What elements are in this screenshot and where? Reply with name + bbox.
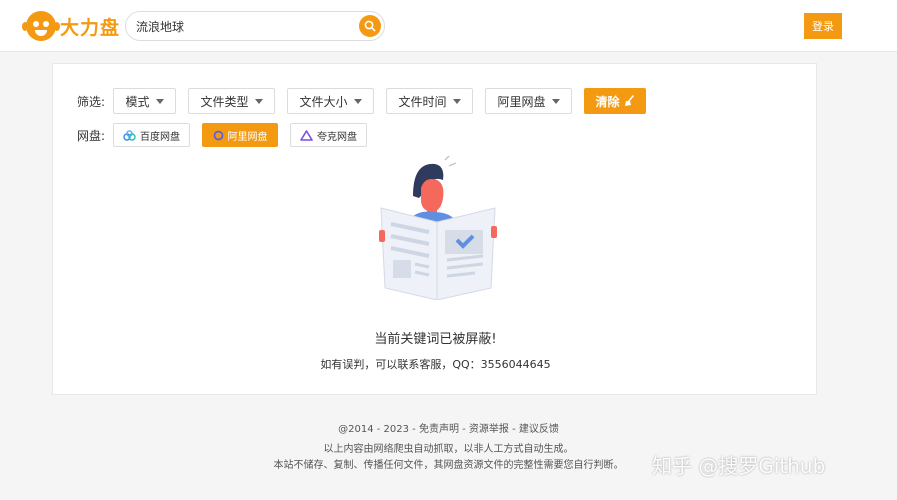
disk-label: 网盘: [77,128,106,143]
caret-down-icon [452,98,461,104]
result-card: 筛选: 模式 文件类型 文件大小 文件时间 阿里网盘 清除 网盘: 百度网盘 阿… [52,63,817,395]
newspaper-reader-illustration [379,156,497,300]
login-button[interactable]: 登录 [804,13,842,39]
quark-disk-icon [300,129,313,141]
blocked-message: 当前关键词已被屏蔽! [374,332,497,347]
footer-links[interactable]: @2014 - 2023 - 免责声明 - 资源举报 - 建议反馈 [0,420,897,435]
contact-message: 如有误判，可以联系客服，QQ：3556044645 [320,358,551,371]
disk-baidu[interactable]: 百度网盘 [113,123,190,147]
file-size-dropdown[interactable]: 文件大小 [287,88,374,114]
search-button[interactable] [359,15,381,37]
monkey-logo-icon [22,11,60,41]
caret-down-icon [353,98,362,104]
disk-type-dropdown[interactable]: 阿里网盘 [485,88,572,114]
disk-aliyun[interactable]: 阿里网盘 [202,123,278,147]
logo-text: 大力盘 [60,16,121,39]
search-icon [364,20,376,32]
caret-down-icon [551,98,560,104]
disk-quark[interactable]: 夸克网盘 [290,123,367,147]
search-box [125,11,385,41]
broom-icon [624,95,634,106]
aliyun-disk-icon [213,130,224,141]
file-time-dropdown[interactable]: 文件时间 [386,88,473,114]
filter-row: 筛选: 模式 文件类型 文件大小 文件时间 阿里网盘 清除 [77,88,646,114]
clear-button[interactable]: 清除 [584,88,646,114]
search-input[interactable] [136,12,356,40]
baidu-disk-icon [123,129,136,141]
caret-down-icon [254,98,263,104]
watermark: 知乎 @搜罗Github [652,454,826,478]
mode-dropdown[interactable]: 模式 [113,88,176,114]
file-type-dropdown[interactable]: 文件类型 [188,88,275,114]
logo[interactable]: 大力盘 [22,10,121,42]
filter-label: 筛选: [77,94,106,109]
header: 大力盘 登录 [0,0,897,52]
disk-row: 网盘: 百度网盘 阿里网盘 夸克网盘 [77,123,379,147]
caret-down-icon [155,98,164,104]
